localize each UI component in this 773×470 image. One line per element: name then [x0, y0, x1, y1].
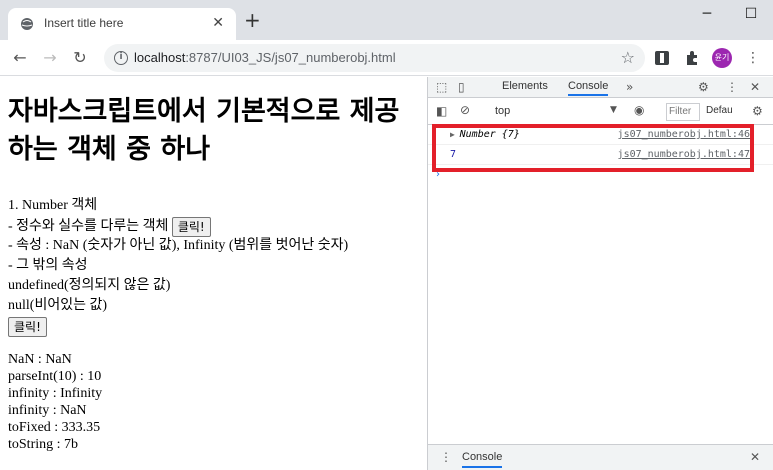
inspect-element-icon[interactable]: ⬚ — [436, 80, 447, 94]
filter-input[interactable]: Filter — [666, 103, 700, 121]
console-drawer: ⋮ Console ✕ — [428, 444, 773, 470]
output-line: infinity : Infinity — [8, 386, 103, 401]
console-toolbar: ◧ ⊘ top ▼ ◉ Filter Defau ⚙ — [428, 99, 773, 125]
devtools-menu-icon[interactable]: ⋮ — [726, 80, 738, 94]
back-button[interactable]: ← — [8, 46, 32, 70]
highlight-box — [432, 124, 754, 172]
tab-elements[interactable]: Elements — [502, 80, 548, 92]
devtools-tabbar: ⬚ ▯ Elements Console » ⚙ ⋮ ✕ — [428, 77, 773, 98]
click-button-2[interactable]: 클릭! — [8, 317, 47, 337]
button-row: 클릭! — [8, 317, 47, 337]
device-toggle-icon[interactable]: ▯ — [458, 80, 465, 94]
text-line: 1. Number 객체 — [8, 198, 98, 213]
text-line: undefined(정의되지 않은 값) — [8, 278, 171, 293]
tab-title: Insert title here — [44, 16, 124, 30]
console-settings-icon[interactable]: ⚙ — [752, 104, 763, 118]
new-tab-button[interactable]: + — [244, 10, 261, 30]
page-heading: 자바스크립트에서 기본적으로 제공하는 객체 중 하나 — [8, 96, 400, 165]
output-line: toString : 7b — [8, 437, 79, 452]
log-levels-dropdown[interactable]: Defau — [706, 105, 733, 116]
extension-icon[interactable] — [654, 50, 670, 66]
settings-gear-icon[interactable]: ⚙ — [698, 80, 709, 94]
puzzle-icon[interactable] — [684, 50, 700, 66]
drawer-tab-console[interactable]: Console — [462, 451, 503, 468]
info-icon[interactable]: i — [114, 51, 128, 65]
close-window-button[interactable] — [765, 4, 773, 32]
tab-strip: Insert title here ✕ + ─ ☐ — [0, 0, 773, 40]
drawer-menu-icon[interactable]: ⋮ — [440, 450, 452, 464]
url-text: localhost:8787/UI03_JS/js07_numberobj.ht… — [134, 50, 396, 65]
page-content: 자바스크립트에서 기본적으로 제공하는 객체 중 하나 1. Number 객체… — [0, 77, 427, 470]
clear-console-icon[interactable]: ⊘ — [460, 103, 470, 117]
tab-console[interactable]: Console — [568, 80, 609, 96]
browser-toolbar: ← → ↻ i localhost:8787/UI03_JS/js07_numb… — [0, 40, 773, 76]
eye-icon[interactable]: ◉ — [634, 103, 644, 117]
browser-tab[interactable]: Insert title here ✕ — [8, 8, 236, 40]
close-icon[interactable]: ✕ — [212, 15, 224, 31]
profile-avatar[interactable]: 윤기 — [712, 48, 732, 68]
text-line: - 속성 : NaN (숫자가 아닌 값), Infinity (범위를 벗어난… — [8, 238, 349, 253]
globe-icon — [21, 18, 33, 30]
context-selector[interactable]: top — [495, 105, 510, 117]
sidebar-toggle-icon[interactable]: ◧ — [436, 104, 447, 118]
bookmark-star-icon[interactable]: ☆ — [621, 48, 635, 67]
minimize-button[interactable]: ─ — [684, 4, 730, 32]
text-line: - 정수와 실수를 다루는 객체 클릭! — [8, 217, 211, 237]
click-button-1[interactable]: 클릭! — [171, 217, 211, 237]
output-line: parseInt(10) : 10 — [8, 369, 102, 384]
chevron-down-icon[interactable]: ▼ — [610, 105, 617, 115]
drawer-close-icon[interactable]: ✕ — [750, 450, 760, 464]
text-line: - 그 밖의 속성 — [8, 258, 88, 273]
output-line: infinity : NaN — [8, 403, 87, 418]
more-tabs-icon[interactable]: » — [626, 80, 633, 94]
devtools-close-icon[interactable]: ✕ — [750, 80, 760, 94]
text-line: null(비어있는 값) — [8, 298, 108, 313]
menu-icon[interactable]: ⋮ — [746, 48, 760, 68]
output-line: NaN : NaN — [8, 352, 72, 367]
reload-button[interactable]: ↻ — [68, 46, 92, 70]
output-line: toFixed : 333.35 — [8, 420, 101, 435]
address-bar[interactable]: i localhost:8787/UI03_JS/js07_numberobj.… — [104, 44, 645, 72]
forward-button[interactable]: → — [38, 46, 62, 70]
